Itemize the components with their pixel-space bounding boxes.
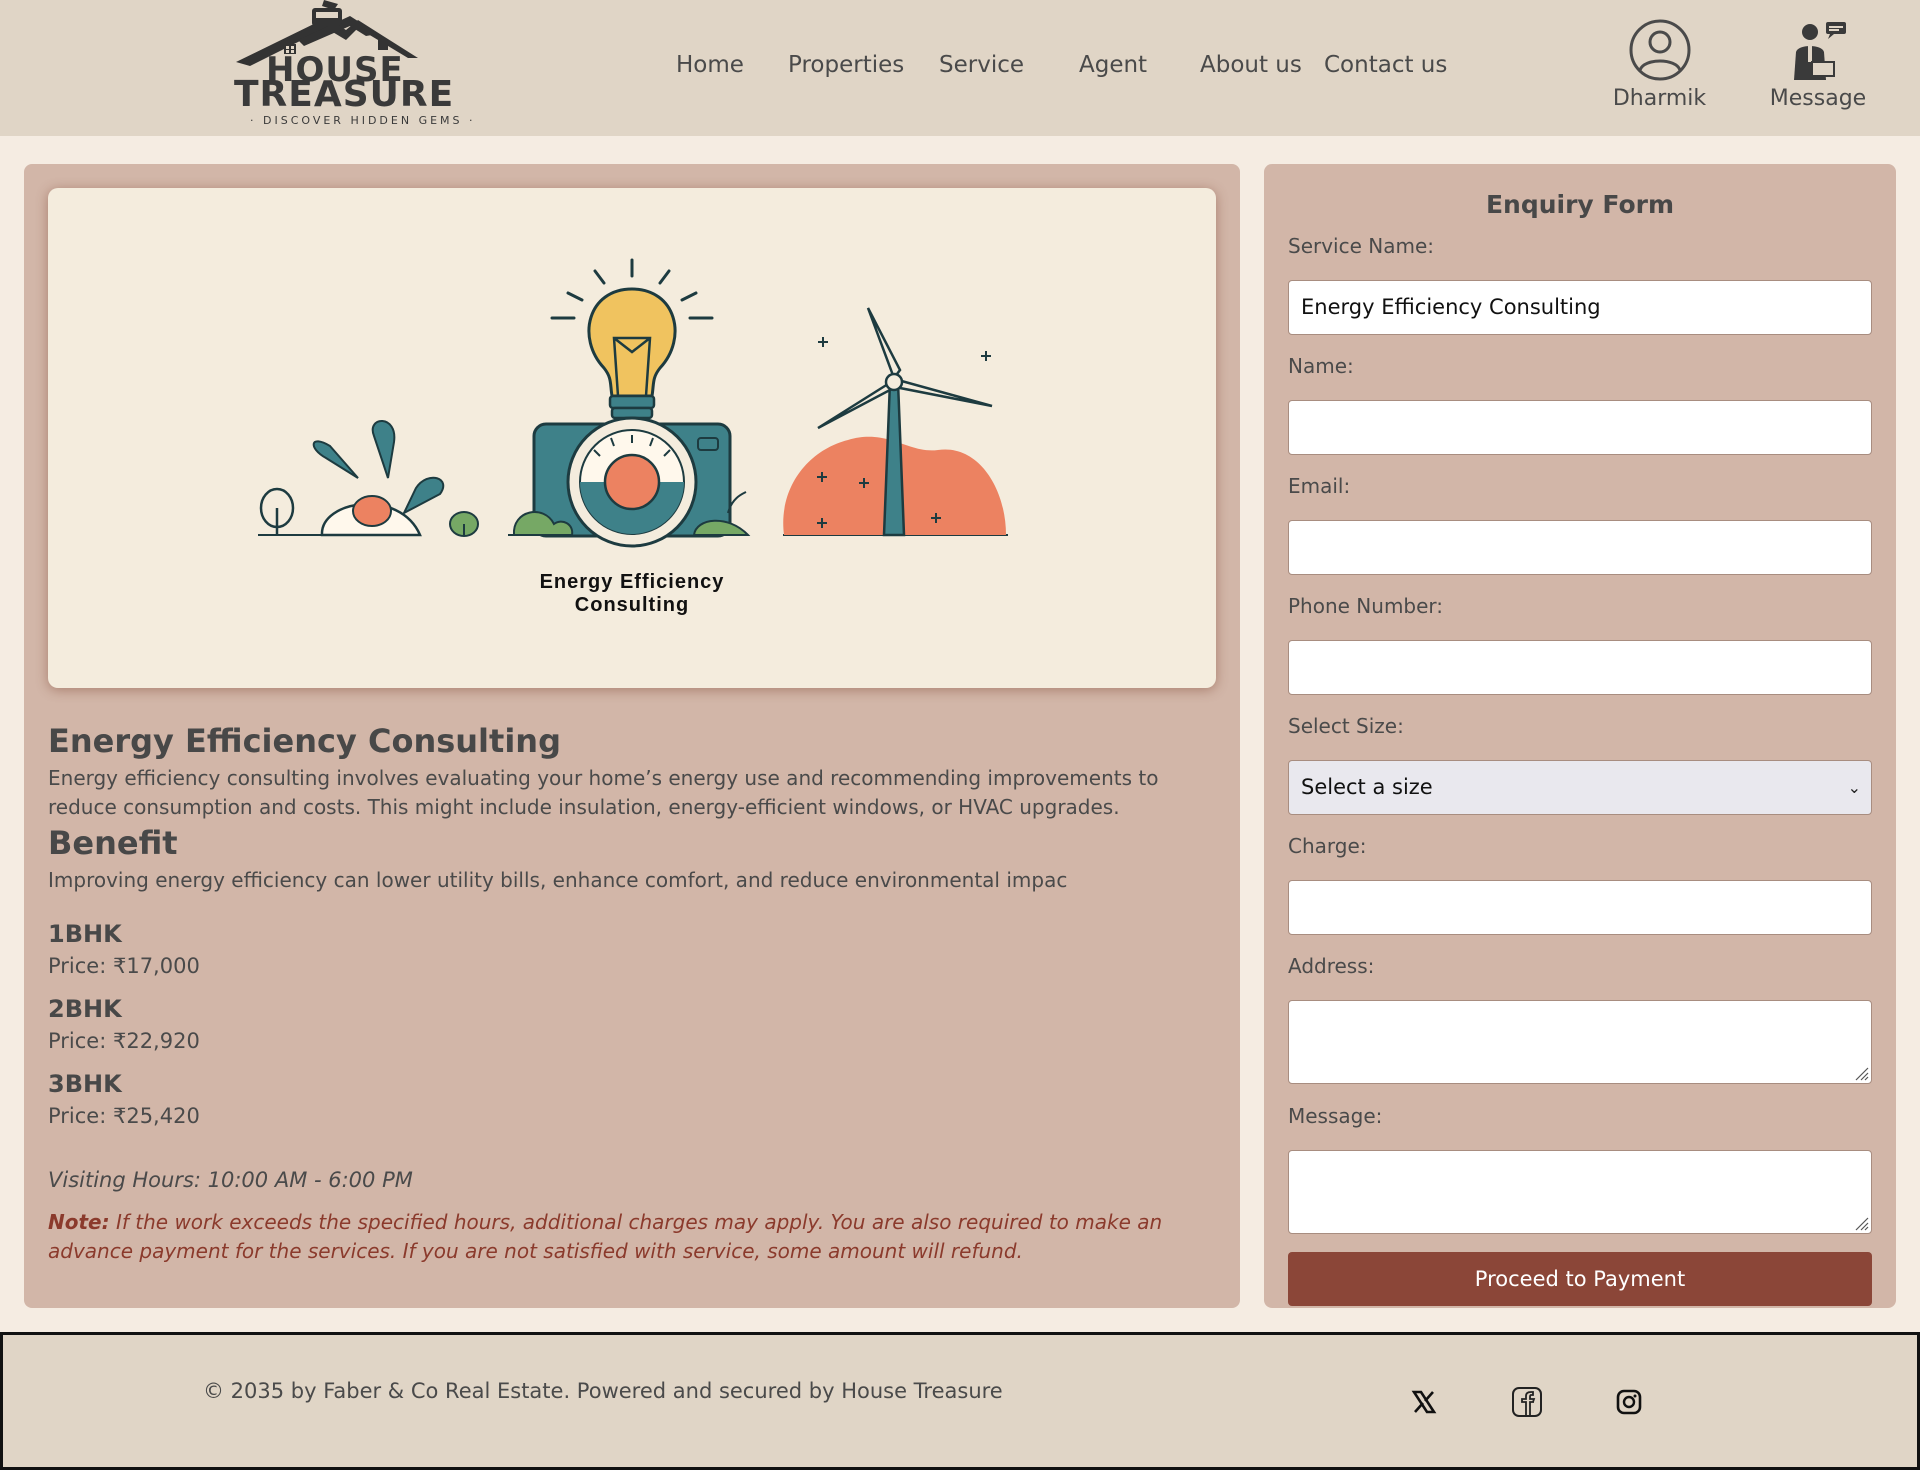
house-treasure-logo[interactable]: HOUSE TREASURE · DISCOVER HIDDEN GEMS · bbox=[228, 0, 473, 132]
hero-caption: Energy Efficiency Consulting bbox=[48, 571, 1216, 617]
note-label: Note: bbox=[48, 1210, 110, 1234]
proceed-to-payment-button[interactable]: Proceed to Payment bbox=[1288, 1252, 1872, 1306]
resize-grip-icon[interactable] bbox=[1853, 1215, 1869, 1231]
price-value: Price: ₹22,920 bbox=[48, 1029, 200, 1053]
charge-label: Charge: bbox=[1288, 834, 1367, 858]
service-description: Energy efficiency consulting involves ev… bbox=[48, 766, 1159, 819]
profile-label: Dharmik bbox=[1612, 86, 1707, 111]
instagram-icon[interactable] bbox=[1612, 1385, 1646, 1419]
charge-input[interactable] bbox=[1288, 880, 1872, 935]
note-text: If the work exceeds the specified hours,… bbox=[48, 1210, 1163, 1263]
nav-home[interactable]: Home bbox=[676, 52, 744, 78]
price-size: 3BHK bbox=[48, 1070, 122, 1098]
size-select-value: Select a size bbox=[1301, 775, 1433, 799]
hero-caption-line-2: Consulting bbox=[574, 594, 690, 616]
size-label: Select Size: bbox=[1288, 714, 1404, 738]
benefit-text: Improving energy efficiency can lower ut… bbox=[48, 868, 1068, 892]
email-label: Email: bbox=[1288, 474, 1351, 498]
service-name-input[interactable]: Energy Efficiency Consulting bbox=[1288, 280, 1872, 335]
size-select[interactable]: Select a size ⌄ bbox=[1288, 760, 1872, 815]
logo-line-2: TREASURE bbox=[234, 74, 455, 115]
agent-chat-icon bbox=[1794, 22, 1846, 80]
message-textarea[interactable] bbox=[1288, 1150, 1872, 1234]
profile-button[interactable]: Dharmik bbox=[1612, 18, 1707, 111]
chevron-down-icon: ⌄ bbox=[1847, 778, 1861, 797]
hero-caption-line-1: Energy Efficiency bbox=[539, 571, 725, 593]
service-note: Note: If the work exceeds the specified … bbox=[48, 1208, 1208, 1266]
name-input[interactable] bbox=[1288, 400, 1872, 455]
price-value: Price: ₹17,000 bbox=[48, 954, 200, 978]
email-input[interactable] bbox=[1288, 520, 1872, 575]
address-textarea[interactable] bbox=[1288, 1000, 1872, 1084]
form-title: Enquiry Form bbox=[1485, 190, 1675, 219]
message-field-label: Message: bbox=[1288, 1104, 1383, 1128]
visiting-hours: Visiting Hours: 10:00 AM - 6:00 PM bbox=[48, 1168, 413, 1192]
service-name-label: Service Name: bbox=[1288, 234, 1435, 258]
logo-tagline: · DISCOVER HIDDEN GEMS · bbox=[250, 114, 476, 127]
address-label: Address: bbox=[1288, 954, 1375, 978]
price-item-2bhk: 2BHK Price: ₹22,920 bbox=[48, 995, 200, 1053]
price-size: 1BHK bbox=[48, 920, 122, 948]
message-button[interactable]: Message bbox=[1768, 18, 1868, 111]
phone-input[interactable] bbox=[1288, 640, 1872, 695]
service-title: Energy Efficiency Consulting bbox=[48, 722, 561, 760]
name-label: Name: bbox=[1288, 354, 1354, 378]
price-value: Price: ₹25,420 bbox=[48, 1104, 200, 1128]
service-hero-image: Energy Efficiency Consulting bbox=[48, 188, 1216, 688]
resize-grip-icon[interactable] bbox=[1853, 1065, 1869, 1081]
nav-about[interactable]: About us bbox=[1200, 52, 1302, 78]
copyright-text: © 2035 by Faber & Co Real Estate. Powere… bbox=[203, 1379, 1003, 1403]
nav-properties[interactable]: Properties bbox=[788, 52, 904, 78]
message-label: Message bbox=[1769, 86, 1867, 111]
nav-contact[interactable]: Contact us bbox=[1324, 52, 1447, 78]
phone-label: Phone Number: bbox=[1288, 594, 1444, 618]
price-item-1bhk: 1BHK Price: ₹17,000 bbox=[48, 920, 200, 978]
site-footer: © 2035 by Faber & Co Real Estate. Powere… bbox=[0, 1332, 1920, 1470]
service-details-panel: Energy Efficiency Consulting Energy Effi… bbox=[24, 164, 1240, 1308]
user-avatar-icon bbox=[1629, 19, 1690, 81]
facebook-icon[interactable] bbox=[1510, 1385, 1544, 1419]
price-item-3bhk: 3BHK Price: ₹25,420 bbox=[48, 1070, 200, 1128]
price-size: 2BHK bbox=[48, 995, 122, 1023]
x-icon[interactable] bbox=[1407, 1385, 1441, 1419]
enquiry-form: Enquiry Form Service Name: Energy Effici… bbox=[1264, 164, 1896, 1308]
nav-service[interactable]: Service bbox=[939, 52, 1024, 78]
site-header: HOUSE TREASURE · DISCOVER HIDDEN GEMS · … bbox=[0, 0, 1920, 136]
benefit-heading: Benefit bbox=[48, 824, 178, 862]
nav-agent[interactable]: Agent bbox=[1079, 52, 1147, 78]
